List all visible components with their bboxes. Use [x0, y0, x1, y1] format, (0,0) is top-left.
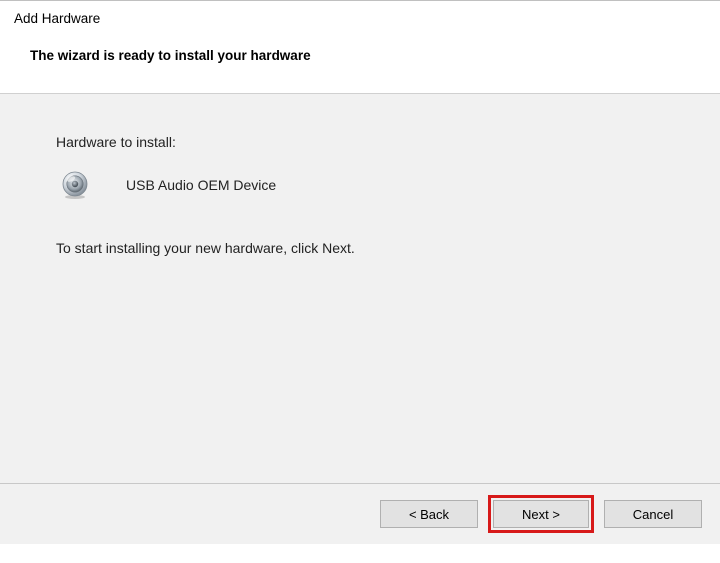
next-button[interactable]: Next > [493, 500, 589, 528]
next-button-highlight: Next > [488, 495, 594, 533]
wizard-footer: < Back Next > Cancel [0, 484, 720, 544]
speaker-icon [60, 170, 90, 200]
hardware-name: USB Audio OEM Device [126, 177, 276, 193]
instruction-text: To start installing your new hardware, c… [56, 240, 664, 256]
hardware-row: USB Audio OEM Device [60, 170, 664, 200]
wizard-header: Add Hardware The wizard is ready to inst… [0, 1, 720, 94]
window-title: Add Hardware [14, 11, 706, 26]
back-button[interactable]: < Back [380, 500, 478, 528]
cancel-button[interactable]: Cancel [604, 500, 702, 528]
wizard-content: Hardware to install: [0, 94, 720, 484]
wizard-subtitle: The wizard is ready to install your hard… [30, 48, 706, 63]
hardware-label: Hardware to install: [56, 134, 664, 150]
